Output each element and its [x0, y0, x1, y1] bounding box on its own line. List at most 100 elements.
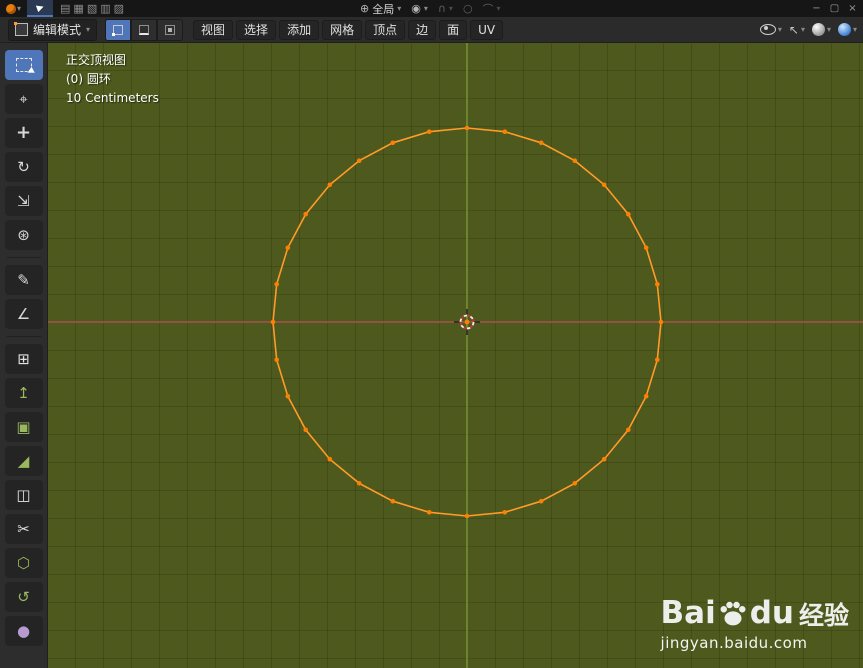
tool-knife[interactable]: ✂ — [4, 514, 43, 544]
editor-layout-2-icon[interactable]: ▦ — [72, 2, 84, 15]
overlays-dropdown[interactable]: ▾ — [759, 24, 782, 35]
move-icon: + — [15, 122, 32, 143]
scale-icon: ⇲ — [17, 191, 30, 210]
menu-add[interactable]: 添加 — [279, 19, 320, 40]
proportional-icon: ○ — [462, 2, 473, 15]
menu-mesh[interactable]: 网格 — [322, 19, 363, 40]
mesh-vertex — [626, 211, 631, 217]
chevron-down-icon: ▾ — [397, 3, 402, 13]
overlay-line-1: 正交顶视图 — [66, 53, 127, 67]
tool-transform[interactable]: ⊛ — [4, 220, 43, 250]
menu-edge[interactable]: 边 — [408, 19, 437, 40]
menu-vertex[interactable]: 顶点 — [365, 19, 406, 40]
mesh-svg — [48, 43, 863, 668]
active-tool-button[interactable]: ▶ — [27, 0, 54, 17]
vertex-select-button[interactable] — [105, 18, 132, 41]
close-button[interactable]: × — [846, 3, 859, 14]
chevron-down-icon: ▾ — [800, 24, 805, 34]
pivot-dropdown[interactable]: ◉ ▾ — [411, 2, 428, 15]
menu-view[interactable]: 视图 — [193, 19, 234, 40]
tool-rotate[interactable]: ↻ — [4, 152, 43, 182]
face-select-button[interactable] — [157, 18, 184, 41]
editor-layout-3-icon[interactable]: ▧ — [86, 2, 98, 15]
minimize-button[interactable]: − — [810, 3, 823, 14]
mesh-vertex — [655, 357, 660, 363]
blender-window: ▾ ▶ ▤ ▦ ▧ ▥ ▨ ⊕ 全局 ▾ ◉ ▾ ∩ ▾ ○ ⌒ ▾ − ▢ ×… — [0, 0, 863, 668]
tool-smooth[interactable]: ● — [4, 616, 43, 646]
snap-toggle[interactable]: ∩ ▾ — [438, 2, 453, 15]
face-select-icon — [165, 24, 176, 35]
orientation-dropdown[interactable]: ⊕ 全局 ▾ — [360, 1, 401, 17]
select-arrow-icon: ▶ — [35, 1, 45, 14]
mesh-vertex — [274, 281, 279, 287]
baidu-logo: Bai du 经验 — [661, 598, 849, 629]
tool-loop-cut[interactable]: ◫ — [4, 480, 43, 510]
tool-annotate[interactable]: ✎ — [4, 265, 43, 295]
circle-mesh-edges — [272, 127, 662, 517]
restore-button[interactable]: ▢ — [828, 3, 841, 14]
menu-uv[interactable]: UV — [470, 19, 504, 40]
orientation-label: 全局 — [372, 2, 395, 16]
mesh-vertex — [572, 481, 578, 486]
baidu-paw-icon — [720, 601, 746, 626]
editor-layout-5-icon[interactable]: ▨ — [113, 2, 125, 15]
gizmos-dropdown[interactable]: ↖ ▾ — [789, 23, 805, 37]
mesh-vertex — [274, 357, 279, 363]
baidu-watermark: Bai du 经验 jingyan.baidu.com — [661, 598, 849, 653]
proportional-editing-toggle[interactable]: ○ — [463, 2, 473, 15]
mesh-vertex — [538, 498, 544, 504]
mesh-vertex — [601, 182, 607, 188]
mesh-vertex — [464, 513, 470, 519]
gizmo-icon: ↖ — [788, 22, 799, 37]
tool-move[interactable]: + — [4, 118, 43, 148]
chevron-down-icon: ▾ — [777, 24, 782, 34]
cursor-icon: ⌖ — [19, 89, 28, 108]
magnet-icon: ∩ — [437, 2, 446, 15]
mode-dropdown[interactable]: 编辑模式 ▾ — [8, 18, 98, 41]
topbar: ▾ ▶ ▤ ▦ ▧ ▥ ▨ ⊕ 全局 ▾ ◉ ▾ ∩ ▾ ○ ⌒ ▾ − ▢ × — [0, 0, 863, 17]
menu-face[interactable]: 面 — [439, 19, 468, 40]
topbar-left: ▾ ▶ ▤ ▦ ▧ ▥ ▨ — [0, 0, 127, 17]
falloff-dropdown[interactable]: ⌒ ▾ — [483, 1, 501, 17]
tool-bevel[interactable]: ◢ — [4, 446, 43, 476]
edit-mode-icon — [14, 22, 28, 36]
overlay-line-2: (0) 圆环 — [66, 72, 111, 86]
menu-select[interactable]: 选择 — [236, 19, 277, 40]
mesh-vertex — [285, 393, 291, 399]
smooth-icon: ● — [16, 621, 31, 640]
viewport-3d[interactable]: 正交顶视图 (0) 圆环 10 Centimeters Bai du 经验 jing… — [48, 43, 863, 668]
editor-layout-1-icon[interactable]: ▤ — [59, 2, 71, 15]
baidu-text-prefix: Bai — [660, 595, 716, 631]
mesh-vertex — [626, 427, 631, 433]
edge-select-button[interactable] — [131, 18, 158, 41]
add-cube-icon: ⊞ — [17, 349, 30, 368]
tool-select-box[interactable] — [4, 50, 43, 80]
tool-poly-build[interactable]: ⬡ — [4, 548, 43, 578]
chevron-down-icon: ▾ — [496, 3, 501, 13]
mesh-vertex — [356, 481, 362, 486]
shading-solid-dropdown[interactable]: ▾ — [811, 23, 831, 36]
mesh-vertex — [303, 211, 308, 217]
rotate-icon: ↻ — [17, 157, 30, 176]
tool-scale[interactable]: ⇲ — [4, 186, 43, 216]
viewport-header: 编辑模式 ▾ 视图 选择 添加 网格 顶点边面 UV ▾ ↖ ▾ ▾ ▾ — [0, 17, 863, 43]
tool-inset-faces[interactable]: ▣ — [4, 412, 43, 442]
shading-rendered-dropdown[interactable]: ▾ — [837, 23, 857, 36]
mesh-vertex — [303, 427, 308, 433]
poly-build-icon: ⬡ — [16, 553, 31, 572]
inset-faces-icon: ▣ — [16, 417, 31, 436]
tool-add-cube[interactable]: ⊞ — [4, 344, 43, 374]
editor-layout-4-icon[interactable]: ▥ — [99, 2, 111, 15]
mesh-vertex — [502, 510, 508, 515]
tool-cursor[interactable]: ⌖ — [4, 84, 43, 114]
tool-extrude-region[interactable]: ↥ — [4, 378, 43, 408]
tool-spin[interactable]: ↺ — [4, 582, 43, 612]
chevron-down-icon: ▾ — [826, 24, 831, 34]
mesh-vertex — [356, 158, 362, 163]
transform-icon: ⊛ — [17, 225, 30, 244]
tool-list: ⌖ + ↻ ⇲ ⊛ ✎ ∠ ⊞ ↥ ▣ ◢ ◫ ✂ ⬡ ↺ ● — [4, 48, 43, 648]
app-menu-button[interactable]: ▾ — [4, 0, 23, 17]
tool-measure[interactable]: ∠ — [4, 299, 43, 329]
chevron-down-icon: ▾ — [852, 24, 857, 34]
toolbar-separator — [6, 257, 41, 258]
